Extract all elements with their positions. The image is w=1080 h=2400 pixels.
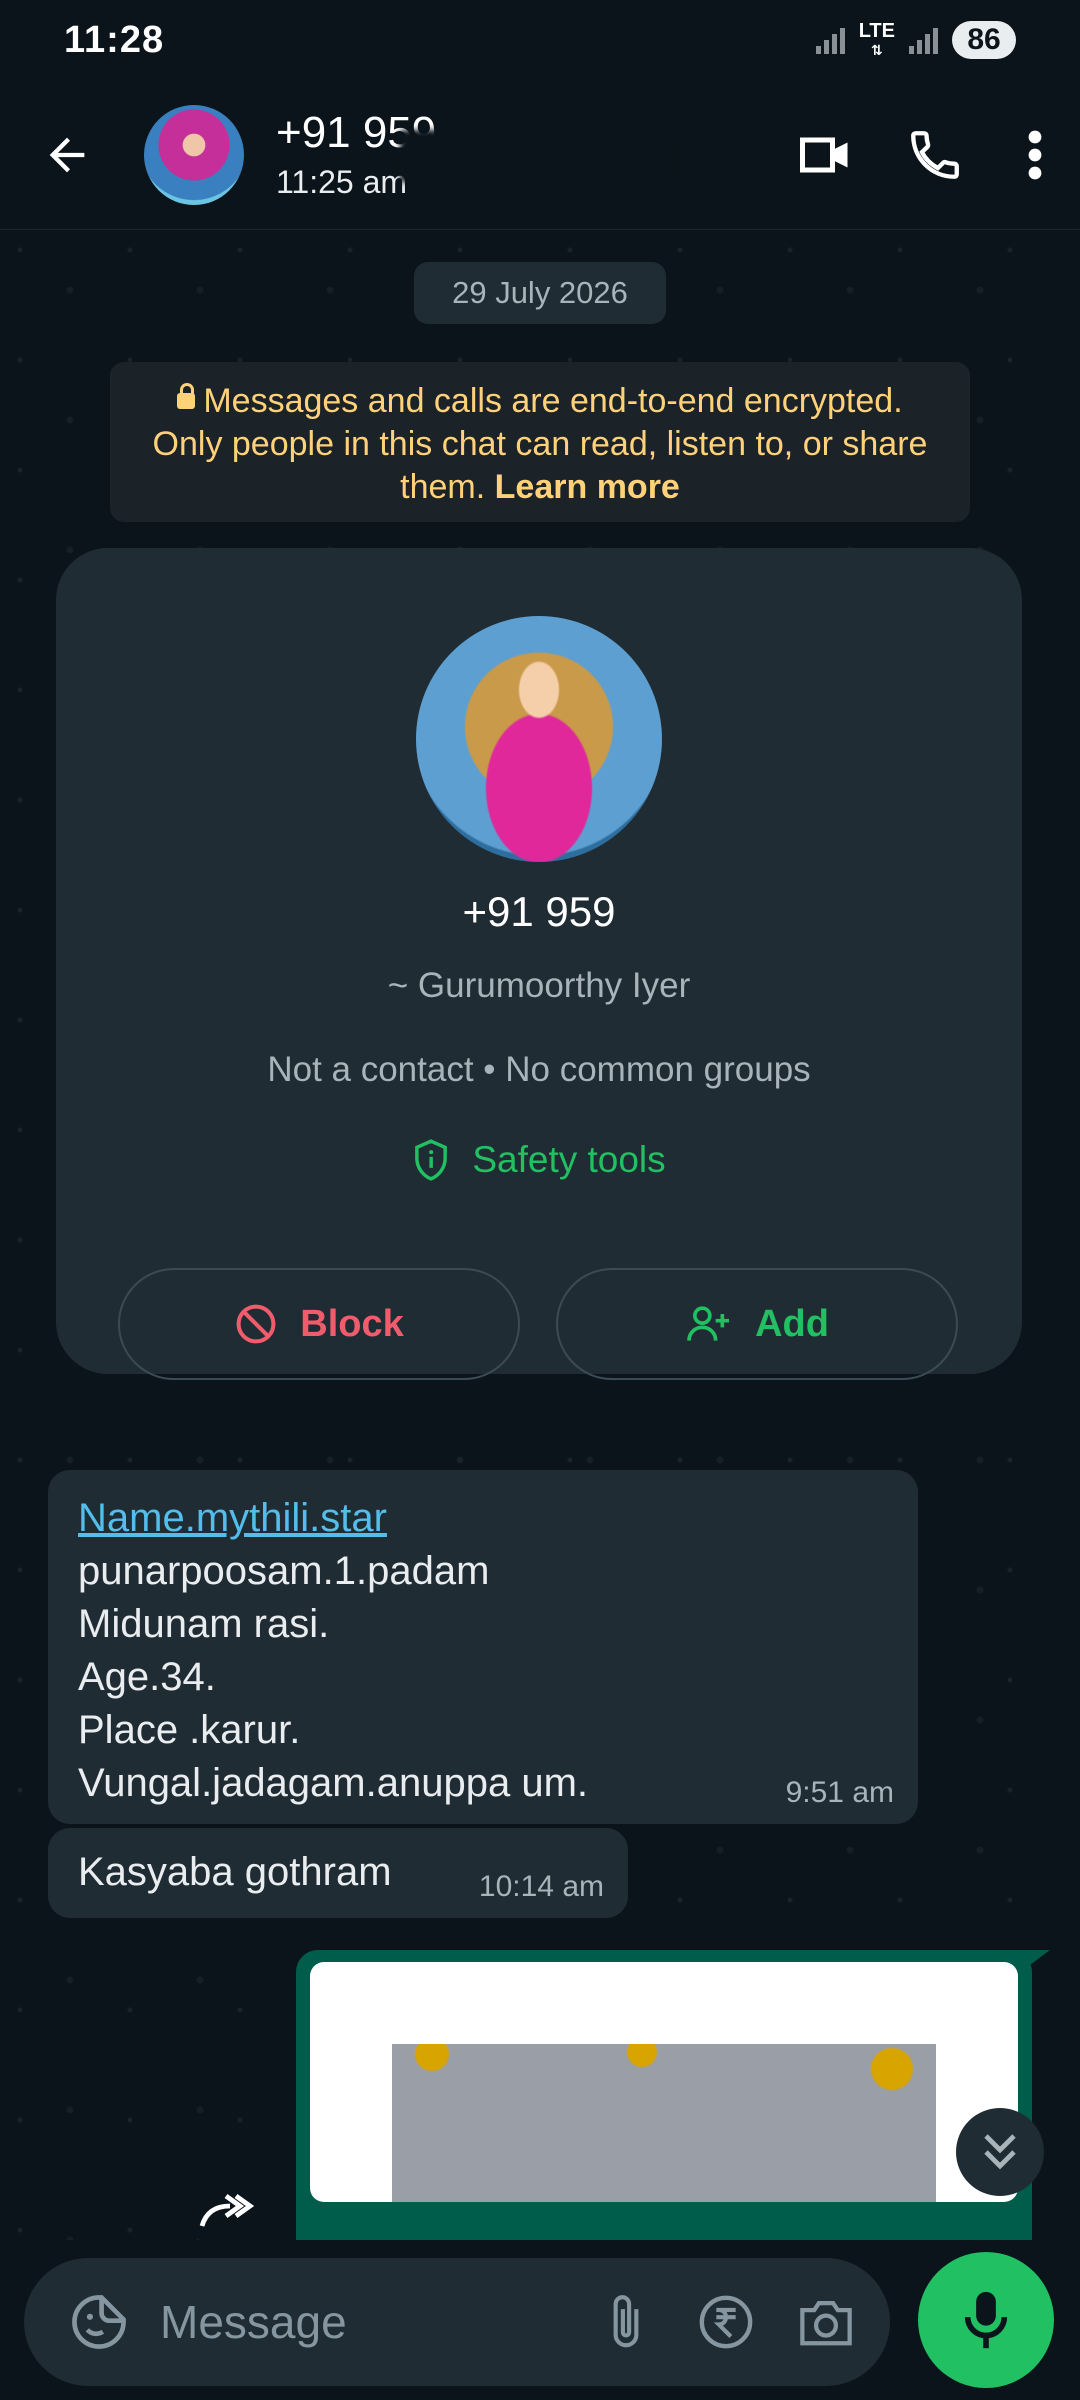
- contact-card-number: +91 959: [462, 888, 616, 935]
- redaction-blur: [400, 130, 675, 182]
- phone-icon: [911, 131, 959, 179]
- lock-icon: [177, 383, 196, 410]
- message-time: 9:51 am: [785, 1776, 894, 1809]
- message-line: Age.34.: [78, 1655, 216, 1699]
- message-text: Kasyaba gothram: [78, 1850, 392, 1894]
- forward-button[interactable]: [186, 2170, 266, 2250]
- encryption-notice[interactable]: Messages and calls are end-to-end encryp…: [110, 362, 970, 522]
- rupee-icon: [699, 2295, 753, 2349]
- signal-icon: [815, 26, 845, 54]
- nav-bar: [0, 2392, 1080, 2400]
- back-button[interactable]: [32, 120, 102, 190]
- message-line: Place .karur.: [78, 1708, 301, 1752]
- message-line: Midunam rasi.: [78, 1602, 330, 1646]
- chat-area[interactable]: 29 July 2026 Messages and calls are end-…: [0, 230, 1080, 2240]
- safety-tools-button[interactable]: Safety tools: [56, 1138, 1022, 1182]
- voice-message-button[interactable]: [918, 2252, 1054, 2388]
- contact-avatar[interactable]: [144, 104, 244, 205]
- add-label: Add: [755, 1302, 829, 1345]
- block-label: Block: [300, 1302, 404, 1345]
- status-indicators: LTE ⇅ 86: [815, 19, 1016, 59]
- camera-button[interactable]: [776, 2267, 876, 2377]
- video-call-button[interactable]: [770, 100, 880, 210]
- message-composer: Message: [24, 2258, 890, 2386]
- message-time: 10:14 am: [478, 1870, 604, 1903]
- mic-icon: [964, 2291, 1008, 2349]
- message-line: punarpoosam.1.padam: [78, 1549, 490, 1593]
- double-chevron-down-icon: [984, 2134, 1016, 2170]
- add-contact-button[interactable]: Add: [556, 1268, 958, 1380]
- date-chip: 29 July 2026: [414, 262, 666, 324]
- camera-icon: [800, 2300, 852, 2346]
- contact-card-meta: Not a contact • No common groups: [267, 1050, 811, 1089]
- contact-card-avatar[interactable]: [416, 616, 662, 862]
- block-icon: [236, 1304, 276, 1344]
- lte-indicator: LTE ⇅: [858, 19, 895, 58]
- status-bar: 11:28 LTE ⇅ 86: [0, 0, 1080, 80]
- more-options-button[interactable]: [990, 100, 1080, 210]
- sticker-icon: [72, 2295, 126, 2349]
- outgoing-image-message[interactable]: [296, 1950, 1032, 2240]
- sticker-button[interactable]: [44, 2267, 154, 2377]
- voice-call-button[interactable]: [880, 100, 990, 210]
- contact-card-push-name: ~ Gurumoorthy Iyer: [387, 966, 691, 1005]
- incoming-message[interactable]: Kasyaba gothram 10:14 am: [48, 1828, 628, 1918]
- signal-icon-2: [909, 26, 938, 54]
- network-label: LTE: [858, 19, 895, 42]
- header-actions: [770, 80, 1080, 230]
- block-button[interactable]: Block: [118, 1268, 520, 1380]
- attach-icon: [613, 2295, 639, 2348]
- payment-button[interactable]: [676, 2267, 776, 2377]
- shield-icon: [415, 1139, 448, 1181]
- status-time: 11:28: [64, 18, 165, 61]
- safety-tools-label: Safety tools: [472, 1139, 666, 1180]
- forward-icon: [199, 2194, 254, 2227]
- battery-badge: 86: [952, 21, 1016, 59]
- video-call-icon: [800, 137, 848, 173]
- image-preview[interactable]: [310, 1962, 1018, 2202]
- attach-button[interactable]: [576, 2267, 676, 2377]
- message-line: Vungal.jadagam.anuppa um.: [78, 1761, 588, 1805]
- more-vert-icon: [1028, 130, 1042, 180]
- message-link[interactable]: Name.mythili.star: [78, 1492, 888, 1545]
- scroll-to-bottom-button[interactable]: [956, 2108, 1044, 2196]
- image-content: [392, 2044, 936, 2202]
- back-arrow-icon: [49, 137, 85, 172]
- message-input[interactable]: Message: [160, 2295, 576, 2349]
- unknown-contact-card: +91 959 ~ Gurumoorthy Iyer Not a contact…: [56, 548, 1022, 1380]
- incoming-message[interactable]: Name.mythili.star punarpoosam.1.padam Mi…: [48, 1470, 918, 1824]
- learn-more-link[interactable]: Learn more: [495, 468, 680, 506]
- add-person-icon: [687, 1306, 730, 1341]
